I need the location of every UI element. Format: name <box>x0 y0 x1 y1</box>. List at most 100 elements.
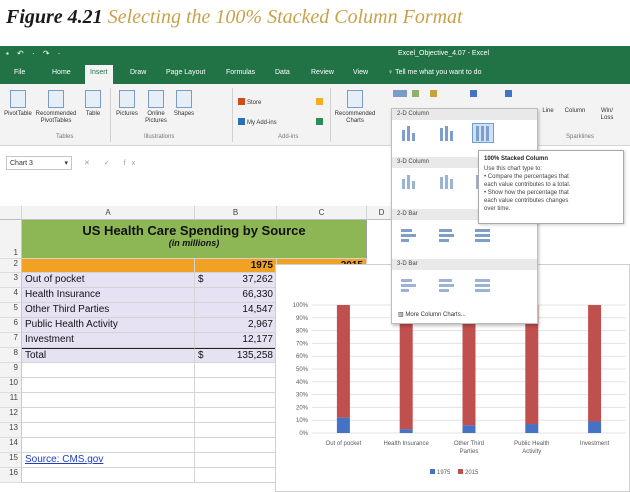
empty-cell[interactable] <box>22 408 195 423</box>
sparkline-line-button[interactable]: Line <box>538 108 558 115</box>
tab-insert[interactable]: Insert <box>85 65 113 84</box>
source-label-cell[interactable]: Public Health Activity <box>22 318 195 333</box>
empty-cell[interactable] <box>22 468 195 483</box>
clustered-bar-option[interactable] <box>398 225 420 245</box>
row-number[interactable]: 12 <box>0 408 22 423</box>
recommended-charts-button[interactable]: Recommended Charts <box>333 90 377 125</box>
stacked-bar-option[interactable] <box>436 225 458 245</box>
empty-cell[interactable] <box>22 378 195 393</box>
insert-line-chart-button[interactable] <box>430 90 439 98</box>
row-number[interactable]: 10 <box>0 378 22 393</box>
column-header-a[interactable]: A <box>22 206 195 220</box>
empty-cell[interactable] <box>22 438 195 453</box>
empty-cell[interactable] <box>195 408 277 423</box>
row-number[interactable]: 14 <box>0 438 22 453</box>
cell-a2[interactable] <box>22 259 195 273</box>
select-all-corner[interactable] <box>0 206 22 220</box>
row-number[interactable]: 16 <box>0 468 22 483</box>
empty-cell[interactable] <box>195 438 277 453</box>
empty-cell[interactable] <box>195 423 277 438</box>
shapes-button[interactable]: Shapes <box>170 90 198 118</box>
bing-maps-button[interactable] <box>316 98 325 106</box>
insert-column-chart-button[interactable] <box>393 90 409 98</box>
value-1975-cell[interactable]: 2,967 <box>195 318 277 333</box>
tab-home[interactable]: Home <box>52 69 71 76</box>
3d-stacked-column-option[interactable] <box>436 171 458 191</box>
stacked-bar-100-option[interactable] <box>472 225 494 245</box>
tab-data[interactable]: Data <box>275 69 290 76</box>
empty-cell[interactable] <box>195 453 277 468</box>
source-label-cell[interactable]: Health Insurance <box>22 288 195 303</box>
source-label-cell[interactable]: Out of pocket <box>22 273 195 288</box>
3d-stacked-bar-option[interactable] <box>436 275 458 295</box>
sheet-title-cell[interactable]: US Health Care Spending by Source (in mi… <box>22 220 367 259</box>
row-number[interactable]: 11 <box>0 393 22 408</box>
tab-view[interactable]: View <box>353 69 368 76</box>
formula-icons[interactable]: ✕ ✓ fx <box>84 159 141 167</box>
clustered-column-option[interactable] <box>398 123 420 143</box>
total-label-cell[interactable]: Total <box>22 348 195 363</box>
sparkline-column-button[interactable]: Column <box>560 108 590 115</box>
empty-cell[interactable] <box>195 393 277 408</box>
empty-cell[interactable] <box>195 468 277 483</box>
stacked-column-option[interactable] <box>436 123 458 143</box>
row-number[interactable]: 2 <box>0 259 22 273</box>
row-number[interactable]: 3 <box>0 273 22 288</box>
header-1975-cell[interactable]: 1975 <box>195 259 277 273</box>
pictures-button[interactable]: Pictures <box>113 90 141 118</box>
tab-formulas[interactable]: Formulas <box>226 69 255 76</box>
row-number[interactable]: 1 <box>0 220 22 259</box>
tab-review[interactable]: Review <box>311 69 334 76</box>
3d-clustered-bar-option[interactable] <box>398 275 420 295</box>
insert-hierarchy-chart-button[interactable] <box>412 90 421 98</box>
tab-page-layout[interactable]: Page Layout <box>166 69 205 76</box>
empty-cell[interactable] <box>22 363 195 378</box>
row-number[interactable]: 9 <box>0 363 22 378</box>
tab-draw[interactable]: Draw <box>130 69 146 76</box>
empty-cell[interactable] <box>22 423 195 438</box>
recommended-pivottables-button[interactable]: Recommended PivotTables <box>34 90 78 125</box>
tell-me-box[interactable]: ♀ Tell me what you want to do <box>388 69 481 76</box>
insert-statistic-chart-button[interactable] <box>470 90 479 98</box>
insert-pivotchart-button[interactable] <box>505 90 514 98</box>
row-number[interactable]: 6 <box>0 318 22 333</box>
clustered-column-icon <box>402 126 415 141</box>
more-column-charts-link[interactable]: ▥ More Column Charts... <box>398 311 466 318</box>
pivottable-button[interactable]: PivotTable <box>4 90 32 118</box>
row-number[interactable]: 5 <box>0 303 22 318</box>
3d-stacked-bar-100-option[interactable] <box>472 275 494 295</box>
chevron-down-icon[interactable]: ▾ <box>64 159 68 167</box>
table-button[interactable]: Table <box>80 90 106 118</box>
my-addins-button[interactable]: My Add-ins <box>238 118 277 126</box>
online-pictures-button[interactable]: Online Pictures <box>143 90 169 125</box>
source-link[interactable]: Source: CMS.gov <box>22 453 195 468</box>
quick-access-toolbar[interactable]: ▪ ↶ · ↷ · <box>6 49 63 58</box>
figure-caption: Figure 4.21 Selecting the 100% Stacked C… <box>6 6 463 29</box>
total-1975-cell[interactable]: $135,258 <box>195 348 277 363</box>
hierarchy-chart-icon <box>412 90 419 97</box>
row-number[interactable]: 13 <box>0 423 22 438</box>
stacked-column-100-option[interactable] <box>472 123 494 143</box>
row-number[interactable]: 8 <box>0 348 22 363</box>
value-1975-cell[interactable]: 66,330 <box>195 288 277 303</box>
row-number[interactable]: 15 <box>0 453 22 468</box>
3d-clustered-column-option[interactable] <box>398 171 420 191</box>
value-1975-cell[interactable]: 12,177 <box>195 333 277 348</box>
sparkline-line-label: Line <box>542 108 554 114</box>
row-number[interactable]: 4 <box>0 288 22 303</box>
empty-cell[interactable] <box>195 363 277 378</box>
value-1975-cell[interactable]: $37,262 <box>195 273 277 288</box>
source-label-cell[interactable]: Other Third Parties <box>22 303 195 318</box>
value-1975-cell[interactable]: 14,547 <box>195 303 277 318</box>
name-box[interactable]: Chart 3 ▾ <box>6 156 72 170</box>
empty-cell[interactable] <box>22 393 195 408</box>
sparkline-winloss-button[interactable]: Win/ Loss <box>594 108 620 122</box>
tab-file[interactable]: File <box>14 69 25 76</box>
empty-cell[interactable] <box>195 378 277 393</box>
store-button[interactable]: Store <box>238 98 261 106</box>
source-label-cell[interactable]: Investment <box>22 333 195 348</box>
column-header-b[interactable]: B <box>195 206 277 220</box>
row-number[interactable]: 7 <box>0 333 22 348</box>
people-graph-button[interactable] <box>316 118 325 126</box>
column-header-c[interactable]: C <box>277 206 367 220</box>
